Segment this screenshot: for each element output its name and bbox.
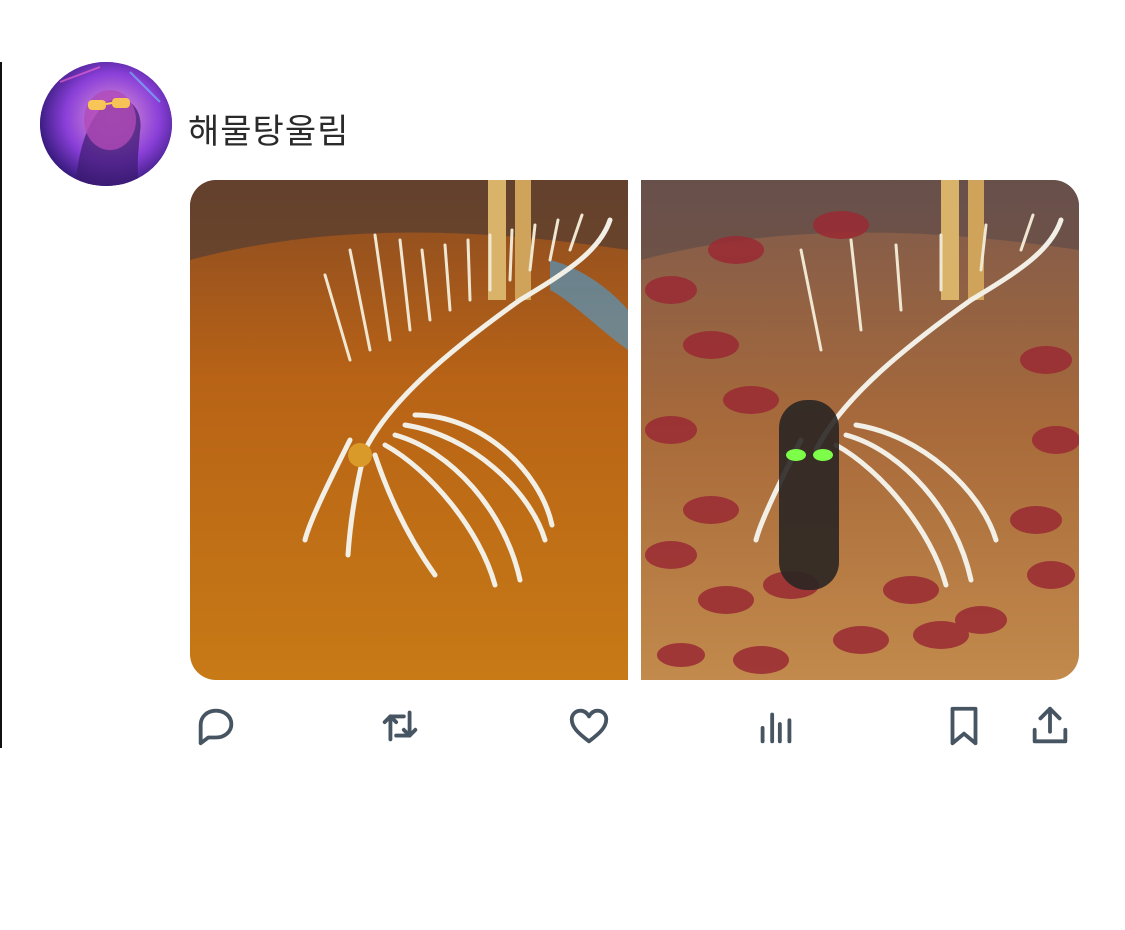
bookmark-icon [950,706,978,746]
repost-button[interactable] [374,700,426,752]
views-button[interactable] [750,700,802,752]
avatar[interactable] [40,62,172,186]
share-button[interactable] [1024,700,1076,752]
post-media[interactable] [190,180,1079,680]
share-upload-icon [1032,706,1068,744]
post-image-left[interactable] [190,180,628,680]
like-button[interactable] [563,700,615,752]
speech-bubble-icon [198,708,234,746]
username[interactable]: 해물탕울림 [188,104,349,153]
bar-chart-icon [760,712,792,744]
post-actions [190,700,1080,756]
repost-arrows-icon [382,710,418,742]
post-image-right[interactable] [641,180,1079,680]
reply-button[interactable] [190,700,242,752]
bookmark-button[interactable] [938,700,990,752]
heart-icon [569,708,609,744]
